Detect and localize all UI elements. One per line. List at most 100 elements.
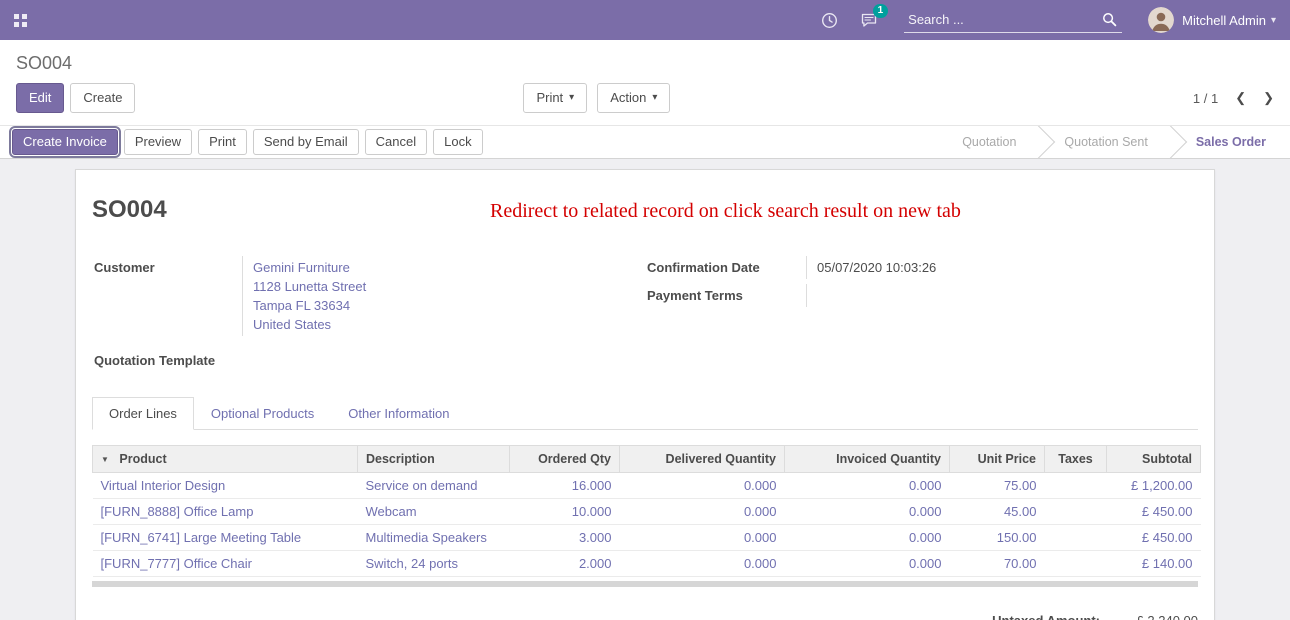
cell-unit-price: 45.00 [950, 499, 1045, 525]
cell-description: Webcam [358, 499, 510, 525]
search-input[interactable] [904, 7, 1122, 33]
action-dropdown-button[interactable]: Action ▾ [597, 83, 670, 113]
cell-taxes [1045, 473, 1107, 499]
send-by-email-button[interactable]: Send by Email [253, 129, 359, 155]
chevron-down-icon: ▾ [1271, 15, 1276, 26]
product-link[interactable]: [FURN_7777] Office Chair [101, 556, 253, 571]
column-ordered-qty[interactable]: Ordered Qty [510, 446, 620, 473]
cell-ordered-qty: 16.000 [510, 473, 620, 499]
column-taxes[interactable]: Taxes [1045, 446, 1107, 473]
preview-button[interactable]: Preview [124, 129, 192, 155]
cell-description: Multimedia Speakers [358, 525, 510, 551]
tab-order-lines[interactable]: Order Lines [92, 397, 194, 430]
table-row[interactable]: [FURN_6741] Large Meeting Table Multimed… [93, 525, 1201, 551]
untaxed-amount-value: £ 2,240.00 [1100, 613, 1198, 620]
messages-icon[interactable]: 1 [860, 12, 878, 28]
chevron-down-icon: ▾ [569, 92, 574, 105]
cell-unit-price: 75.00 [950, 473, 1045, 499]
column-invoiced-quantity[interactable]: Invoiced Quantity [785, 446, 950, 473]
product-link[interactable]: [FURN_8888] Office Lamp [101, 504, 254, 519]
cell-unit-price: 150.00 [950, 525, 1045, 551]
state-quotation[interactable]: Quotation [938, 126, 1040, 158]
notebook: Order Lines Optional Products Other Info… [92, 396, 1198, 620]
table-row[interactable]: [FURN_8888] Office Lamp Webcam 10.000 0.… [93, 499, 1201, 525]
cell-taxes [1045, 551, 1107, 577]
edit-button[interactable]: Edit [16, 83, 64, 113]
print-button[interactable]: Print [198, 129, 247, 155]
cancel-button[interactable]: Cancel [365, 129, 427, 155]
customer-link[interactable]: Gemini Furniture [253, 260, 350, 275]
column-unit-price[interactable]: Unit Price [950, 446, 1045, 473]
quotation-template-value [242, 349, 605, 372]
customer-value: Gemini Furniture 1128 Lunetta Street Tam… [242, 256, 605, 336]
customer-address-line: 1128 Lunetta Street [253, 277, 595, 296]
cell-invoiced-qty: 0.000 [785, 551, 950, 577]
breadcrumb: SO004 [16, 53, 1274, 74]
cell-ordered-qty: 3.000 [510, 525, 620, 551]
pager-previous-icon[interactable]: ❮ [1235, 90, 1246, 106]
totals: Untaxed Amount: £ 2,240.00 [92, 613, 1198, 620]
print-dropdown-button[interactable]: Print ▾ [523, 83, 587, 113]
cell-delivered-qty: 0.000 [620, 551, 785, 577]
global-search [904, 7, 1122, 33]
cell-description: Switch, 24 ports [358, 551, 510, 577]
order-lines-table: ▼ Product Description Ordered Qty Delive… [92, 445, 1201, 577]
cell-description: Service on demand [358, 473, 510, 499]
customer-address-line: United States [253, 315, 595, 334]
pager-next-icon[interactable]: ❯ [1263, 90, 1274, 106]
column-product[interactable]: ▼ Product [93, 446, 358, 473]
state-pipeline: Quotation Quotation Sent Sales Order [938, 126, 1290, 158]
tab-optional-products[interactable]: Optional Products [194, 397, 331, 430]
table-horizontal-scrollbar[interactable] [92, 581, 1198, 587]
column-description[interactable]: Description [358, 446, 510, 473]
apps-menu-icon[interactable] [14, 14, 27, 27]
cell-ordered-qty: 2.000 [510, 551, 620, 577]
confirmation-date-value: 05/07/2020 10:03:26 [806, 256, 1158, 279]
cell-subtotal: £ 140.00 [1107, 551, 1201, 577]
user-avatar [1148, 7, 1174, 33]
control-panel: SO004 Edit Create Print ▾ Action ▾ 1 / 1… [0, 40, 1290, 125]
cell-delivered-qty: 0.000 [620, 525, 785, 551]
user-menu[interactable]: Mitchell Admin ▾ [1148, 7, 1276, 33]
form-view: Redirect to related record on click sear… [0, 159, 1290, 620]
cell-subtotal: £ 450.00 [1107, 499, 1201, 525]
annotation-overlay: Redirect to related record on click sear… [490, 200, 961, 223]
untaxed-amount-label: Untaxed Amount: [992, 613, 1100, 620]
column-subtotal[interactable]: Subtotal [1107, 446, 1201, 473]
cell-invoiced-qty: 0.000 [785, 473, 950, 499]
cell-ordered-qty: 10.000 [510, 499, 620, 525]
top-navbar: 1 Mitchell Admin ▾ [0, 0, 1290, 40]
cell-taxes [1045, 525, 1107, 551]
cell-subtotal: £ 1,200.00 [1107, 473, 1201, 499]
chevron-down-icon: ▾ [652, 92, 657, 105]
pager-value: 1 / 1 [1193, 91, 1218, 106]
quotation-template-label: Quotation Template [92, 349, 242, 372]
table-row[interactable]: Virtual Interior Design Service on deman… [93, 473, 1201, 499]
state-sales-order[interactable]: Sales Order [1172, 126, 1290, 158]
cell-taxes [1045, 499, 1107, 525]
table-row[interactable]: [FURN_7777] Office Chair Switch, 24 port… [93, 551, 1201, 577]
product-link[interactable]: Virtual Interior Design [101, 478, 226, 493]
search-icon[interactable] [1102, 12, 1117, 30]
user-name: Mitchell Admin [1182, 13, 1266, 28]
cell-unit-price: 70.00 [950, 551, 1045, 577]
activities-clock-icon[interactable] [821, 12, 838, 29]
payment-terms-value [806, 284, 1158, 307]
cell-subtotal: £ 450.00 [1107, 525, 1201, 551]
column-delivered-quantity[interactable]: Delivered Quantity [620, 446, 785, 473]
column-options-icon[interactable]: ▼ [101, 455, 109, 464]
state-quotation-sent[interactable]: Quotation Sent [1040, 126, 1171, 158]
table-header-row: ▼ Product Description Ordered Qty Delive… [93, 446, 1201, 473]
sheet: Redirect to related record on click sear… [75, 169, 1215, 620]
lock-button[interactable]: Lock [433, 129, 482, 155]
product-link[interactable]: [FURN_6741] Large Meeting Table [101, 530, 302, 545]
confirmation-date-label: Confirmation Date [645, 256, 806, 279]
cell-invoiced-qty: 0.000 [785, 499, 950, 525]
payment-terms-label: Payment Terms [645, 284, 806, 307]
create-invoice-button[interactable]: Create Invoice [12, 129, 118, 155]
messages-badge: 1 [873, 4, 889, 18]
create-button[interactable]: Create [70, 83, 135, 113]
statusbar: Create Invoice Preview Print Send by Ema… [0, 125, 1290, 159]
tab-other-information[interactable]: Other Information [331, 397, 466, 430]
cell-delivered-qty: 0.000 [620, 499, 785, 525]
